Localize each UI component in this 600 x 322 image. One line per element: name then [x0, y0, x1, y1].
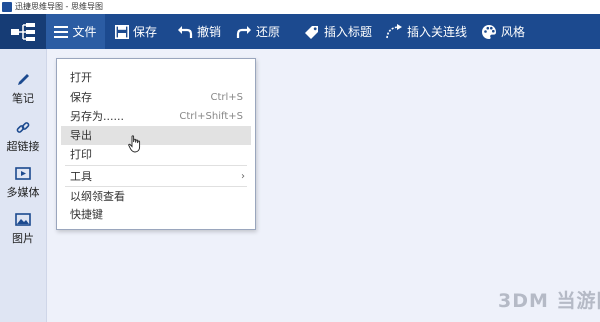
insert-title-label: 插入标题 [324, 25, 373, 39]
watermark-text: 3DM 当游网 [498, 290, 600, 312]
menu-item-label: 导出 [70, 129, 92, 142]
redo-button[interactable]: 还原 [236, 14, 280, 49]
menu-item-label: 快捷键 [70, 208, 103, 221]
sidebar-item-image[interactable]: 图片 [0, 209, 46, 249]
pen-icon [18, 74, 29, 85]
app-icon [2, 2, 12, 12]
window-title: 迅捷思维导图 - 思维导图 [15, 2, 103, 11]
menu-divider [65, 165, 247, 166]
file-menu-button[interactable]: 文件 [46, 14, 105, 49]
menu-item-export[interactable]: 导出 [61, 126, 251, 145]
image-icon [15, 213, 31, 226]
sidebar-item-hyperlink[interactable]: 超链接 [0, 117, 46, 157]
menu-item-label: 打开 [70, 71, 92, 84]
chevron-right-icon: › [241, 171, 245, 182]
menu-item-open[interactable]: 打开 [61, 68, 251, 87]
insert-title-button[interactable]: 插入标题 [304, 14, 372, 49]
sidebar-item-label: 图片 [12, 232, 34, 245]
hand-cursor-icon [128, 135, 141, 153]
connector-icon [386, 23, 402, 38]
file-dropdown-menu: 打开 保存 Ctrl+S 另存为...... Ctrl+Shift+S 导出 打… [56, 58, 256, 230]
undo-button[interactable]: 撤销 [177, 14, 221, 49]
undo-icon [178, 25, 193, 38]
menu-item-label: 保存 [70, 91, 92, 104]
save-label: 保存 [133, 25, 158, 39]
menu-item-label: 工具 [70, 170, 92, 183]
sidebar-item-notes[interactable]: 笔记 [0, 69, 46, 109]
menu-icon [54, 25, 69, 38]
insert-link-label: 插入关连线 [407, 25, 468, 39]
sidebar-item-label: 笔记 [12, 92, 34, 105]
insert-link-button[interactable]: 插入关连线 [385, 14, 467, 49]
palette-icon [482, 24, 496, 39]
style-label: 风格 [501, 25, 526, 39]
save-icon [115, 24, 129, 39]
tag-icon [305, 25, 318, 39]
sidebar-item-media[interactable]: 多媒体 [0, 163, 46, 203]
left-sidebar: 笔记 超链接 多媒体 图片 [0, 49, 47, 322]
sidebar-item-label: 多媒体 [6, 186, 40, 199]
menu-item-label: 以纲领查看 [70, 190, 125, 203]
menu-item-label: 另存为...... [70, 110, 124, 123]
style-button[interactable]: 风格 [481, 14, 525, 49]
menu-item-print[interactable]: 打印 [61, 145, 251, 164]
redo-label: 还原 [256, 25, 281, 39]
menu-item-shortcut: Ctrl+Shift+S [179, 111, 243, 122]
main-toolbar: 文件 保存 撤销 还原 插入标题 插入关连线 风格 [0, 14, 600, 49]
menu-item-save[interactable]: 保存 Ctrl+S [61, 88, 251, 107]
file-menu-label: 文件 [72, 25, 97, 39]
redo-icon [236, 25, 251, 38]
save-button[interactable]: 保存 [115, 14, 157, 49]
undo-label: 撤销 [197, 25, 222, 39]
sidebar-item-label: 超链接 [6, 140, 40, 153]
menu-item-shortcut: Ctrl+S [210, 92, 243, 103]
menu-item-label: 打印 [70, 148, 92, 161]
menu-item-outline-view[interactable]: 以纲领查看 [61, 187, 251, 206]
menu-item-save-as[interactable]: 另存为...... Ctrl+Shift+S [61, 107, 251, 126]
menu-item-tools[interactable]: 工具 › [61, 167, 251, 186]
window-titlebar: 迅捷思维导图 - 思维导图 [0, 0, 600, 14]
link-icon [16, 122, 30, 133]
menu-item-shortcuts[interactable]: 快捷键 [61, 205, 251, 224]
media-icon [15, 167, 31, 180]
mindmap-logo-icon[interactable] [0, 14, 46, 49]
